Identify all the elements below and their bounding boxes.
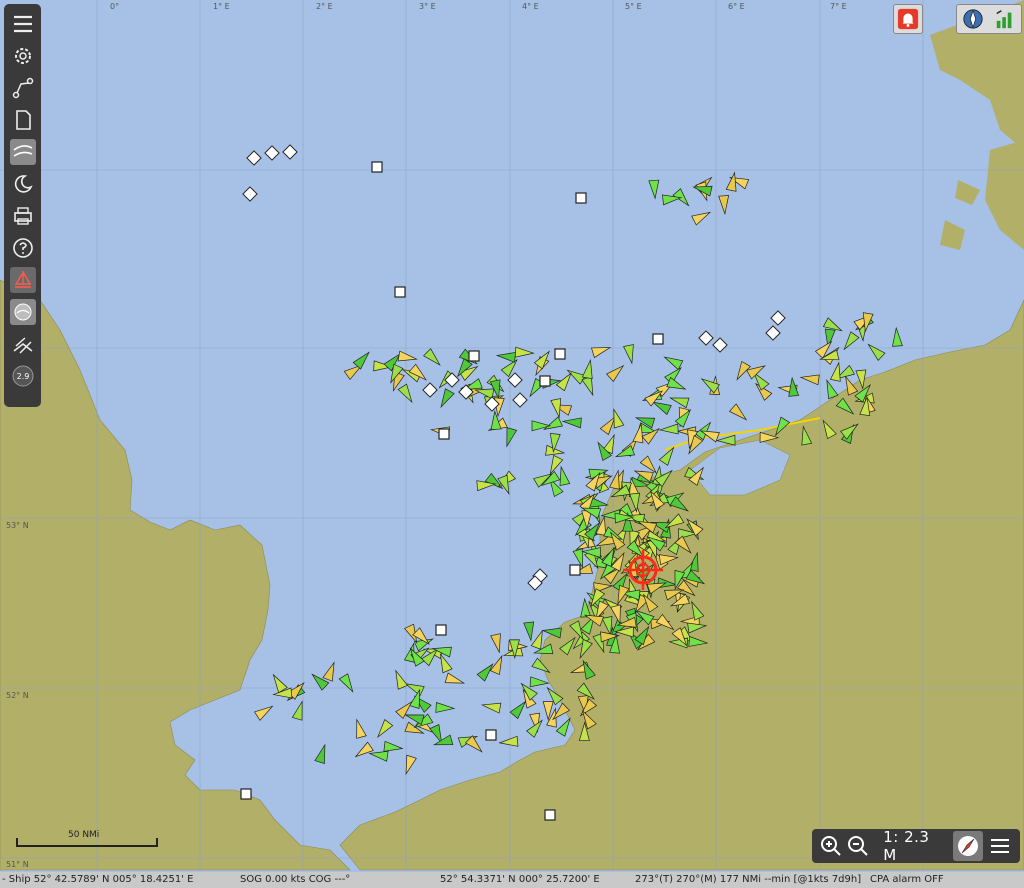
longitude-label: 6° E	[728, 2, 745, 11]
compass-north-icon	[963, 9, 983, 29]
latitude-label: 51° N	[6, 860, 29, 869]
ship-position: - Ship 52° 42.5789' N 005° 18.4251' E	[2, 874, 194, 885]
platform-marker[interactable]	[652, 333, 664, 345]
longitude-label: 5° E	[625, 2, 642, 11]
platform-marker[interactable]	[539, 375, 551, 387]
bell-icon	[897, 8, 919, 30]
platform-marker[interactable]	[438, 428, 450, 440]
scale-bar: 50 NMi	[16, 830, 158, 847]
cpa-alarm-status: CPA alarm OFF	[870, 874, 944, 885]
sailboat-icon[interactable]	[9, 267, 36, 293]
platform-marker[interactable]	[544, 809, 556, 821]
longitude-label: 0°	[110, 2, 120, 11]
zoom-out-icon	[847, 836, 868, 856]
chart-menu-button[interactable]	[985, 831, 1014, 861]
signal-strength-icon	[996, 10, 1012, 29]
platform-marker[interactable]	[240, 788, 252, 800]
longitude-label: 1° E	[213, 2, 230, 11]
status-bar: - Ship 52° 42.5789' N 005° 18.4251' E SO…	[0, 872, 1024, 888]
menu-icon[interactable]	[8, 9, 38, 39]
platform-marker[interactable]	[575, 192, 587, 204]
night-mode-icon[interactable]	[8, 169, 38, 199]
nautical-chart-canvas[interactable]	[0, 0, 1024, 888]
zoom-in-button[interactable]	[818, 832, 845, 860]
platform-marker[interactable]	[468, 350, 480, 362]
zoom-panel: 1: 2.3 M	[812, 828, 1020, 864]
platform-marker[interactable]	[371, 161, 383, 173]
compass-needle-icon	[958, 836, 979, 856]
longitude-label: 7° E	[830, 2, 847, 11]
track-icon[interactable]	[8, 329, 38, 359]
latitude-label: 53° N	[6, 521, 29, 530]
chart-layer-icon[interactable]	[9, 139, 36, 165]
tide-icon[interactable]	[9, 299, 36, 325]
document-icon[interactable]	[8, 105, 38, 135]
platform-marker[interactable]	[554, 348, 566, 360]
platform-marker[interactable]	[435, 624, 447, 636]
latitude-label: 52° N	[6, 691, 29, 700]
platform-marker[interactable]	[569, 564, 581, 576]
route-icon[interactable]	[8, 73, 38, 103]
scale-bar-label: 50 NMi	[68, 830, 100, 840]
longitude-label: 2° E	[316, 2, 333, 11]
version-badge[interactable]: 2.9	[8, 361, 38, 391]
sog-cog: SOG 0.00 kts COG ---°	[240, 874, 351, 885]
chart-scale-readout: 1: 2.3 M	[883, 828, 930, 864]
settings-gear-icon[interactable]	[8, 41, 38, 71]
zoom-out-button[interactable]	[845, 832, 872, 860]
platform-marker[interactable]	[394, 286, 406, 298]
help-icon[interactable]	[8, 233, 38, 263]
cursor-position: 52° 54.3371' N 000° 25.7200' E	[440, 874, 600, 885]
longitude-label: 3° E	[419, 2, 436, 11]
print-icon[interactable]	[8, 201, 38, 231]
main-toolbar: 2.9	[4, 4, 41, 407]
platform-marker[interactable]	[485, 729, 497, 741]
zoom-in-icon	[821, 836, 842, 856]
course-up-button[interactable]	[953, 831, 984, 861]
cursor-bearing-distance: 273°(T) 270°(M) 177 NMi --min [@1kts 7d9…	[635, 874, 862, 885]
alarm-bell-button[interactable]	[893, 4, 923, 34]
hamburger-icon	[990, 839, 1009, 853]
status-indicators	[956, 4, 1022, 34]
longitude-label: 4° E	[522, 2, 539, 11]
version-label: 2.9	[16, 372, 29, 381]
